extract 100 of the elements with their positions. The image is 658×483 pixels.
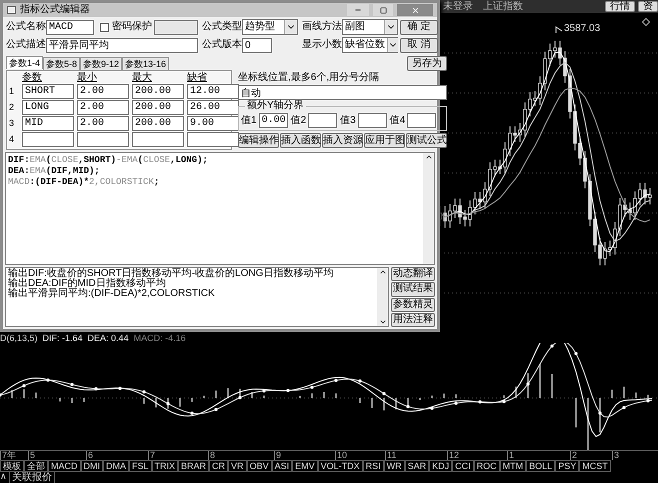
- indicator-tab[interactable]: WR: [384, 460, 405, 472]
- window-title: 指标公式编辑器: [20, 5, 91, 15]
- indicator-tab[interactable]: ROC: [474, 460, 500, 472]
- param-max-field[interactable]: 200.00: [132, 116, 184, 131]
- peak-price-label: 3587.03: [564, 24, 600, 34]
- header-button[interactable]: 资: [638, 1, 658, 12]
- indicator-tab[interactable]: RSI: [362, 460, 384, 472]
- field-label: 坐标线位置,最多6个,用分号分隔: [238, 73, 380, 83]
- decimals-dropdown[interactable]: 缺省位数: [342, 37, 398, 53]
- data-point: [190, 412, 194, 415]
- data-point: [454, 402, 458, 405]
- tool-button[interactable]: 应用于图: [364, 133, 405, 148]
- header-button[interactable]: 行情: [605, 1, 635, 12]
- column-header: 缺省: [187, 73, 208, 83]
- version-field[interactable]: 0: [242, 38, 272, 52]
- indicator-tab[interactable]: FSL: [129, 460, 152, 472]
- code-line: MACD:(DIF-DEA)*2,COLORSTICK;: [8, 177, 160, 188]
- tool-button[interactable]: 编辑操作: [238, 133, 279, 148]
- param-min-field[interactable]: 2.00: [77, 84, 129, 99]
- param-name-field[interactable]: LONG: [22, 100, 74, 115]
- axis-lines-field[interactable]: 自动: [238, 85, 447, 100]
- param-tab[interactable]: 参数13-16: [122, 57, 170, 70]
- maximize-button[interactable]: [373, 4, 393, 16]
- param-max-field[interactable]: 200.00: [132, 100, 184, 115]
- param-tab[interactable]: 参数5-8: [43, 57, 80, 70]
- code-line: DIF:EMA(CLOSE,SHORT)-EMA(CLOSE,LONG);: [8, 155, 209, 166]
- indicator-tab[interactable]: CCI: [452, 460, 474, 472]
- param-max-field[interactable]: [132, 132, 184, 147]
- formula-name-field[interactable]: MACD: [46, 20, 94, 34]
- indicator-tab[interactable]: ASI: [272, 460, 292, 472]
- tool-button[interactable]: 插入资源: [322, 133, 363, 148]
- group-title: 额外Y轴分界: [245, 101, 306, 111]
- row-number: 1: [9, 87, 16, 96]
- indicator-tab[interactable]: VR: [228, 460, 247, 472]
- chevron-down-icon: [284, 20, 297, 34]
- indicator-tab[interactable]: TRIX: [152, 460, 178, 472]
- maximize-icon: [380, 6, 386, 14]
- code-editor[interactable]: DIF:EMA(CLOSE,SHORT)-EMA(CLOSE,LONG); DEA:EMA(DIF,MID); MACD:(DIF-DEA)*2,COLORSTICK;: [5, 152, 435, 265]
- indicator-tab[interactable]: 模板: [0, 460, 24, 472]
- axis-label: 11: [385, 451, 396, 460]
- param-tab[interactable]: 参数1-4: [6, 56, 44, 69]
- bound-field[interactable]: [308, 113, 338, 128]
- macd-legend-text: DEA: 0.44: [88, 334, 129, 342]
- draw-method-dropdown[interactable]: 副图: [342, 19, 398, 35]
- data-point: [430, 406, 434, 410]
- password-checkbox[interactable]: 密码保护: [100, 22, 154, 32]
- bound-field[interactable]: [407, 113, 436, 128]
- chevron-down-icon: [387, 38, 398, 52]
- data-point: [70, 382, 74, 386]
- param-name-field[interactable]: SHORT: [22, 84, 74, 99]
- param-min-field[interactable]: [77, 132, 129, 147]
- cancel-button[interactable]: 取 消: [400, 38, 438, 52]
- indicator-tab[interactable]: MACD: [48, 460, 80, 472]
- output-action-button[interactable]: 动态翻译: [391, 267, 435, 282]
- tool-button[interactable]: 插入函数: [280, 133, 321, 148]
- param-min-field[interactable]: 2.00: [77, 116, 129, 131]
- indicator-tab[interactable]: DMI: [80, 460, 103, 472]
- tool-button[interactable]: 测试公式: [406, 133, 447, 148]
- field-label: 公式描述: [6, 40, 46, 50]
- output-action-button[interactable]: 用法注释: [391, 312, 435, 327]
- save-as-button[interactable]: 另存为: [407, 56, 447, 71]
- axis-label: 5: [28, 451, 36, 460]
- param-default-field[interactable]: [187, 132, 239, 147]
- param-min-field[interactable]: 2.00: [77, 100, 129, 115]
- indicator-tab[interactable]: 全部: [24, 460, 48, 472]
- indicator-tab[interactable]: MTM: [500, 460, 526, 472]
- axis-label: 10: [335, 451, 348, 460]
- axis-label: 2: [570, 451, 578, 460]
- param-default-field[interactable]: 12.00: [187, 84, 239, 99]
- row-number: 3: [9, 119, 16, 128]
- indicator-tab[interactable]: EMV: [292, 460, 318, 472]
- indicator-tab[interactable]: OBV: [246, 460, 272, 472]
- indicator-tab[interactable]: CR: [209, 460, 228, 472]
- param-default-field[interactable]: 26.00: [187, 100, 239, 115]
- axis-label: 12: [447, 451, 460, 460]
- param-default-field[interactable]: 9.00: [187, 116, 239, 131]
- output-action-button[interactable]: 测试结果: [391, 282, 435, 296]
- indicator-tab[interactable]: BRAR: [178, 460, 210, 472]
- indicator-tab[interactable]: SAR: [404, 460, 430, 472]
- indicator-tab[interactable]: MCST: [579, 460, 611, 472]
- field-label: 公式类型: [202, 22, 242, 32]
- ok-button[interactable]: 确 定: [400, 20, 438, 34]
- param-name-field[interactable]: MID: [22, 116, 74, 131]
- data-point: [22, 384, 26, 388]
- description-field[interactable]: 平滑异同平均: [46, 38, 198, 52]
- data-point: [118, 386, 122, 390]
- bound-field[interactable]: [358, 113, 387, 128]
- param-name-field[interactable]: [22, 132, 74, 147]
- indicator-tab[interactable]: VOL-TDX: [318, 460, 363, 472]
- indicator-tab[interactable]: PSY: [555, 460, 580, 472]
- data-point: [214, 408, 218, 412]
- param-tab[interactable]: 参数9-12: [80, 57, 122, 70]
- indicator-tab[interactable]: DMA: [103, 460, 129, 472]
- param-max-field[interactable]: 200.00: [132, 84, 184, 99]
- indicator-tab[interactable]: BOLL: [526, 460, 556, 472]
- expand-toggle[interactable]: ∧: [0, 472, 7, 481]
- output-action-button[interactable]: 参数精灵: [391, 298, 435, 312]
- formula-type-dropdown[interactable]: 趋势型: [242, 19, 298, 35]
- column-header: 最小: [77, 73, 98, 83]
- indicator-tab[interactable]: KDJ: [429, 460, 452, 472]
